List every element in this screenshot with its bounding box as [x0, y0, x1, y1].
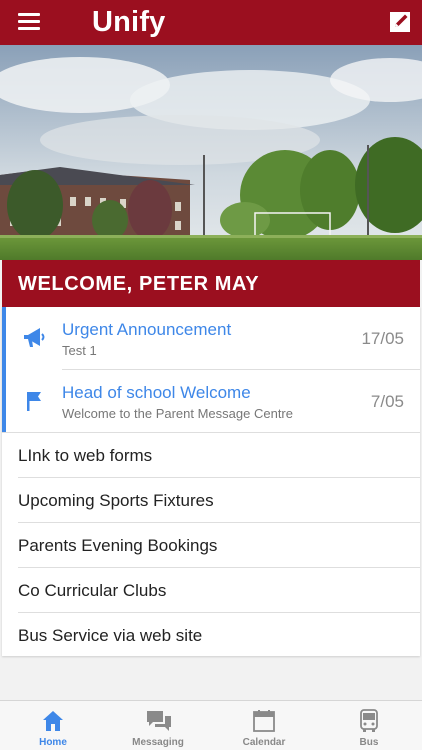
- link-label: Parents Evening Bookings: [18, 536, 218, 555]
- message-subtitle: Test 1: [62, 343, 97, 358]
- link-bus-service[interactable]: Bus Service via web site: [2, 613, 420, 658]
- welcome-banner: WELCOME, PETER MAY: [2, 260, 420, 307]
- tab-calendar[interactable]: Calendar: [211, 701, 317, 750]
- tab-bus[interactable]: Bus: [316, 701, 422, 750]
- message-date: 17/05: [361, 329, 404, 348]
- link-label: LInk to web forms: [18, 446, 153, 465]
- link-web-forms[interactable]: LInk to web forms: [2, 433, 420, 478]
- flag-icon: [27, 392, 41, 411]
- message-subtitle: Welcome to the Parent Message Centre: [62, 406, 293, 421]
- tab-label: Home: [39, 737, 67, 748]
- link-label: Bus Service via web site: [18, 626, 203, 645]
- unread-indicator: [2, 370, 6, 433]
- home-icon: [43, 711, 63, 731]
- tab-label: Calendar: [242, 737, 286, 748]
- tab-label: Bus: [359, 737, 379, 748]
- unread-indicator: [2, 307, 6, 370]
- home-content-card: Urgent Announcement Test 1 17/05 Head of…: [2, 307, 420, 656]
- hamburger-menu-icon[interactable]: [18, 13, 40, 31]
- link-co-curricular-clubs[interactable]: Co Curricular Clubs: [2, 568, 420, 613]
- compose-icon[interactable]: [389, 11, 411, 33]
- app-header: Unify: [0, 0, 422, 45]
- calendar-icon: [253, 710, 275, 732]
- tab-messaging[interactable]: Messaging: [105, 701, 211, 750]
- bus-icon: [360, 709, 378, 732]
- tab-home[interactable]: Home: [0, 701, 106, 750]
- app-title: Unify: [92, 6, 166, 38]
- message-title: Head of school Welcome: [62, 383, 251, 402]
- message-item-urgent-announcement[interactable]: Urgent Announcement Test 1 17/05: [2, 307, 420, 370]
- link-label: Co Curricular Clubs: [18, 581, 167, 600]
- message-date: 7/05: [370, 392, 404, 411]
- message-item-head-of-school-welcome[interactable]: Head of school Welcome Welcome to the Pa…: [2, 370, 420, 433]
- link-parents-evening[interactable]: Parents Evening Bookings: [2, 523, 420, 568]
- school-hero-image: [0, 45, 422, 260]
- chat-icon: [147, 711, 171, 731]
- link-sports-fixtures[interactable]: Upcoming Sports Fixtures: [2, 478, 420, 523]
- message-title: Urgent Announcement: [62, 320, 232, 339]
- link-label: Upcoming Sports Fixtures: [18, 491, 214, 510]
- megaphone-icon: [24, 328, 45, 347]
- tab-label: Messaging: [132, 737, 184, 748]
- bottom-tab-bar: Home Messaging Calendar Bus: [0, 700, 422, 750]
